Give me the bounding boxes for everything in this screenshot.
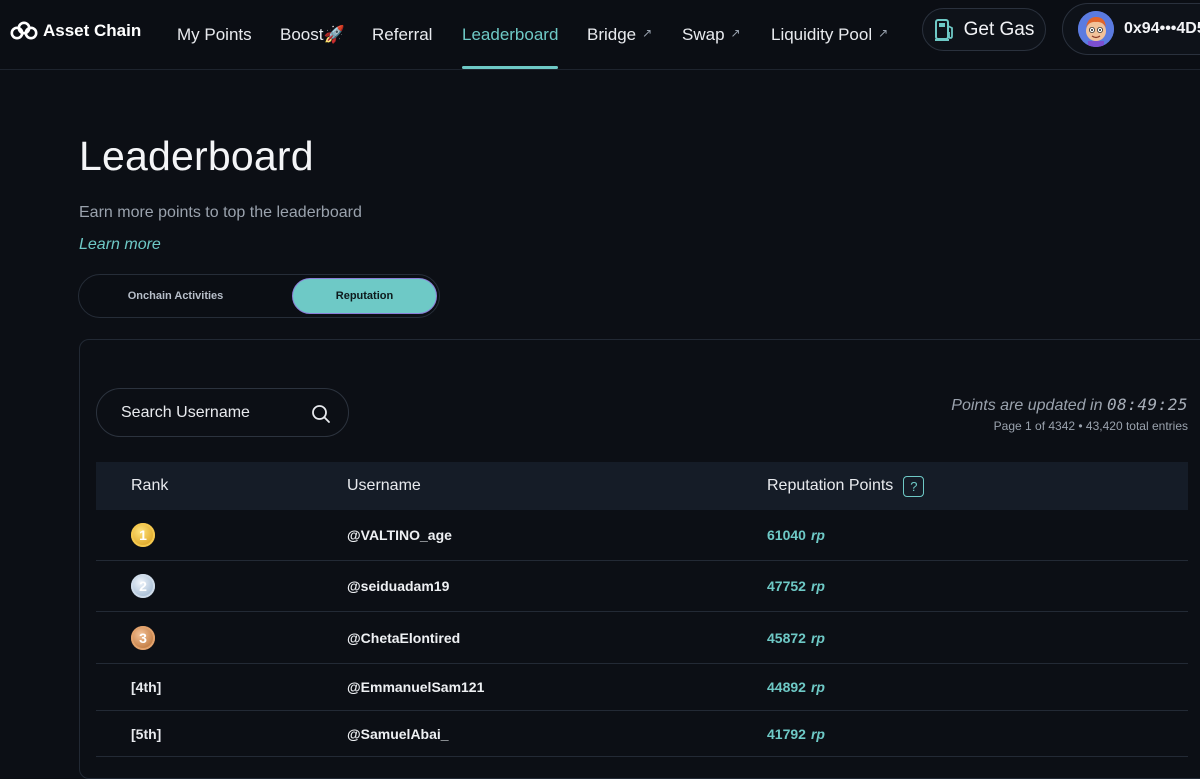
silver-medal-icon: 2 xyxy=(131,574,155,598)
table-row[interactable]: 2 @seiduadam19 47752 rp xyxy=(96,561,1188,612)
points-cell: 41792 rp xyxy=(767,711,825,756)
nav-label: Boost🚀 xyxy=(280,25,345,44)
brand-logo[interactable]: Asset Chain xyxy=(10,18,141,44)
rank-cell: [5th] xyxy=(131,725,162,742)
rank-cell: 3 xyxy=(131,612,155,663)
external-link-icon: ↗ xyxy=(642,26,653,40)
update-label: Points are updated in xyxy=(951,397,1103,414)
gold-medal-icon: 1 xyxy=(131,523,155,547)
nav-label: Swap xyxy=(682,25,725,44)
nav-bridge[interactable]: Bridge ↗ xyxy=(587,0,652,70)
rank-cell: 1 xyxy=(131,510,155,560)
asset-chain-logo-icon xyxy=(10,21,38,40)
points-unit: rp xyxy=(810,629,825,646)
username-cell: @seiduadam19 xyxy=(347,578,450,594)
points-value: 41792 xyxy=(767,725,806,742)
column-rank: Rank xyxy=(131,462,168,510)
external-link-icon: ↗ xyxy=(878,26,889,40)
search-input[interactable]: Search Username xyxy=(96,388,349,437)
get-gas-label: Get Gas xyxy=(963,18,1035,40)
search-icon[interactable] xyxy=(311,404,331,424)
column-label: Rank xyxy=(131,477,169,494)
update-timer: 08:49:25 xyxy=(1106,395,1188,414)
column-username: Username xyxy=(347,462,421,510)
points-cell: 47752 rp xyxy=(767,561,825,611)
nav-label: My Points xyxy=(177,25,252,44)
points-value: 47752 xyxy=(767,578,806,594)
external-link-icon: ↗ xyxy=(730,26,741,40)
points-unit: rp xyxy=(810,679,825,695)
table-row[interactable]: 1 @VALTINO_age 61040 rp xyxy=(96,510,1188,561)
username-cell: @SamuelAbai_ xyxy=(347,725,449,742)
rank-cell: 2 xyxy=(131,561,155,611)
search-placeholder: Search Username xyxy=(121,403,250,421)
gas-pump-icon xyxy=(934,18,953,41)
points-value: 61040 xyxy=(767,527,806,543)
table-row[interactable]: [4th] @EmmanuelSam121 44892 rp xyxy=(96,664,1188,711)
points-cell: 45872 rp xyxy=(767,612,825,663)
column-label: Reputation Points xyxy=(767,477,894,494)
nav-swap[interactable]: Swap ↗ xyxy=(682,0,741,70)
update-status: Points are updated in 08:49:25 xyxy=(951,395,1188,415)
get-gas-button[interactable]: Get Gas xyxy=(922,8,1046,51)
update-info: Points are updated in 08:49:25 Page 1 of… xyxy=(951,395,1188,433)
points-cell: 61040 rp xyxy=(767,510,825,560)
wallet-address: 0x94•••4D5 xyxy=(1124,20,1200,37)
nav-label: Leaderboard xyxy=(462,25,559,44)
toggle-reputation[interactable]: Reputation xyxy=(292,278,437,314)
points-unit: rp xyxy=(810,527,825,543)
column-reputation-points: Reputation Points ? xyxy=(767,462,925,510)
nav-liquidity-pool[interactable]: Liquidity Pool ↗ xyxy=(771,0,888,70)
username-cell: @VALTINO_age xyxy=(347,527,452,543)
points-cell: 44892 rp xyxy=(767,664,825,710)
table-row[interactable]: 3 @ChetaElontired 45872 rp xyxy=(96,612,1188,664)
nav-my-points[interactable]: My Points xyxy=(177,0,252,70)
nav-leaderboard[interactable]: Leaderboard xyxy=(462,0,559,70)
nav-boost[interactable]: Boost🚀 xyxy=(280,0,345,70)
nav-label: Liquidity Pool xyxy=(771,25,873,44)
brand-name: Asset Chain xyxy=(43,21,142,40)
bronze-medal-icon: 3 xyxy=(131,625,155,650)
username-cell: @EmmanuelSam121 xyxy=(347,679,485,695)
toggle-onchain-activities[interactable]: Onchain Activities xyxy=(103,278,248,314)
nav-label: Bridge xyxy=(587,25,637,44)
avatar xyxy=(1078,11,1114,47)
points-unit: rp xyxy=(810,725,825,742)
nav-label: Referral xyxy=(372,25,433,44)
page-subtitle: Earn more points to top the leaderboard xyxy=(79,204,362,221)
help-icon[interactable]: ? xyxy=(903,475,925,497)
rank-cell: [4th] xyxy=(131,679,162,695)
learn-more-link[interactable]: Learn more xyxy=(79,236,161,254)
points-value: 45872 xyxy=(767,629,806,646)
top-navbar: Asset Chain My Points Boost🚀 Referral Le… xyxy=(0,0,1200,70)
page-title: Leaderboard xyxy=(79,133,314,179)
nav-referral[interactable]: Referral xyxy=(372,0,432,70)
table-header: Rank Username Reputation Points ? xyxy=(96,462,1188,510)
pagination-summary: Page 1 of 4342 • 43,420 total entries xyxy=(993,419,1188,433)
points-unit: rp xyxy=(810,578,825,594)
leaderboard-type-toggle: Onchain Activities Reputation xyxy=(78,274,440,318)
points-value: 44892 xyxy=(767,679,806,695)
table-row[interactable]: [5th] @SamuelAbai_ 41792 rp xyxy=(96,711,1188,757)
wallet-button[interactable]: 0x94•••4D5 xyxy=(1062,3,1200,55)
username-cell: @ChetaElontired xyxy=(347,629,461,646)
column-label: Username xyxy=(347,477,421,494)
